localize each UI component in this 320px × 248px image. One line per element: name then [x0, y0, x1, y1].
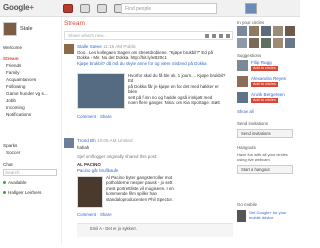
profile-icon[interactable] — [97, 4, 107, 13]
sidebar-item-jobb[interactable]: Jobb — [6, 98, 16, 103]
post-author-avatar[interactable] — [64, 138, 74, 148]
sidebar-item-incoming[interactable]: Incoming — [6, 105, 25, 110]
reshare-headline: AL PACINO — [77, 162, 101, 167]
chat-contact[interactable]: Hallgeir Leirbers — [3, 190, 41, 195]
share-placeholder: Share what's new... — [68, 33, 107, 38]
welcome-link[interactable]: Welcome — [3, 45, 22, 50]
show-all-link[interactable]: Show all — [237, 109, 254, 114]
reshare-note: Sjef omflogger originally shared this po… — [77, 154, 158, 159]
send-invitations-heading: Send invitations — [237, 121, 268, 126]
right-sidebar: In your circles Suggestions Filip Rugg A… — [235, 17, 300, 245]
post-author[interactable]: Stalle Sæve 11:16 AM Public — [77, 44, 136, 49]
search-input[interactable]: Find people — [121, 3, 217, 14]
post-actions: Comment · Share — [77, 212, 112, 217]
sidebar-item-friends[interactable]: Friends — [6, 63, 21, 68]
sparks-heading: Sparks — [3, 143, 18, 148]
location-icon[interactable] — [226, 34, 230, 38]
add-to-circles-button[interactable]: Add to circles — [251, 98, 278, 103]
status-dot-icon — [3, 181, 6, 184]
suggestion-avatar[interactable] — [237, 60, 248, 71]
nav-icons — [63, 4, 124, 13]
left-sidebar: Stale Welcome Stream Friends Family Acqu… — [0, 17, 62, 245]
chat-heading: Chat — [3, 162, 13, 167]
circle-faces — [237, 26, 295, 48]
circle-avatar[interactable] — [249, 26, 259, 36]
suggestion-3: Anzik Bergersen Add to circles — [237, 92, 297, 106]
phone-icon — [237, 210, 246, 222]
video-icon[interactable] — [212, 34, 216, 38]
suggestion-name[interactable]: Alexandra Reyes — [251, 76, 286, 81]
comment-text: Emil A - Det er jo sykkert. — [90, 226, 137, 231]
photos-icon[interactable] — [80, 4, 90, 13]
circles-heading: In your circles — [237, 20, 265, 25]
circle-avatar[interactable] — [261, 26, 271, 36]
send-invitations-button[interactable]: Send invitations — [237, 129, 293, 138]
hangouts-heading: Hangouts — [237, 145, 256, 150]
circle-avatar[interactable] — [261, 38, 271, 48]
post-author[interactable]: Trond Bh 10:05 AM Limited — [77, 138, 133, 143]
reshare-body: Al Pacino byter gangsterroller mot pothol… — [106, 175, 174, 202]
chat-status[interactable]: Available — [3, 180, 27, 185]
reshare-thumbnail[interactable] — [77, 176, 103, 208]
circle-avatar[interactable] — [237, 38, 247, 48]
post-actions: Comment · Share — [77, 114, 112, 119]
suggestion-name[interactable]: Anzik Bergersen — [251, 92, 285, 97]
post-1: Stalle Sæve 11:16 AM Public Ooo.. Les ko… — [64, 44, 233, 126]
comment-link[interactable]: Comment — [77, 212, 96, 217]
reshare-link[interactable]: Pacino går bruflkaufe — [77, 168, 119, 173]
comment-link[interactable]: Comment — [77, 114, 96, 119]
suggestions-heading: Suggestions — [237, 53, 262, 58]
top-bar: Google+ Find people — [0, 0, 300, 17]
chat-status-label: Available — [8, 180, 27, 185]
google-plus-logo[interactable]: Google+ — [3, 3, 34, 12]
suggestion-2: Alexandra Reyes Add to circles — [237, 76, 297, 90]
stream-link[interactable]: Stream — [3, 56, 19, 61]
go-mobile-heading: Go mobile — [237, 202, 258, 207]
post-body: Hvorfor skal du få ble ok, 1 journ.... K… — [128, 73, 226, 106]
suggestion-avatar[interactable] — [237, 76, 248, 87]
post-link[interactable]: Kjøpe brukbil? då må du skyte anne for o… — [77, 61, 227, 66]
sidebar-item-game[interactable]: Game hunder vg s... — [6, 91, 48, 96]
sparks-item-soccer[interactable]: Soccer — [6, 150, 20, 155]
post-thumbnail[interactable] — [77, 73, 125, 109]
chat-contact-name: Hallgeir Leirbers — [8, 190, 42, 195]
sidebar-item-following[interactable]: Following — [6, 84, 25, 89]
home-icon[interactable] — [63, 4, 73, 13]
circle-avatar[interactable] — [285, 38, 295, 48]
start-hangout-button[interactable]: Start a hangout — [237, 165, 293, 174]
profile-photo[interactable] — [3, 22, 17, 36]
sidebar-item-acquaintances[interactable]: Acquaintances — [6, 77, 36, 82]
share-link[interactable]: Share — [100, 212, 112, 217]
page-title: Stream — [64, 20, 85, 27]
sidebar-item-notifications[interactable]: Notifications — [6, 112, 31, 117]
circle-avatar[interactable] — [285, 26, 295, 36]
user-avatar[interactable] — [245, 3, 257, 14]
add-to-circles-button[interactable]: Add to circles — [251, 66, 278, 71]
add-to-circles-button[interactable]: Add to circles — [251, 82, 278, 87]
photo-icon[interactable] — [205, 34, 209, 38]
circle-avatar[interactable] — [273, 38, 283, 48]
post-text: Ooo.. Les kollegaen Sagen om streetdrobi… — [77, 50, 213, 61]
comment-row: Emil A - Det er jo sykkert. — [77, 223, 233, 237]
post-2: Trond Bh 10:05 AM Limited hahah Sjef omf… — [64, 138, 233, 248]
suggestion-avatar[interactable] — [237, 92, 248, 103]
suggestion-1: Filip Rugg Add to circles — [237, 60, 297, 74]
post-text: hahah — [77, 145, 90, 150]
post-author-avatar[interactable] — [64, 44, 74, 54]
circle-avatar[interactable] — [237, 26, 247, 36]
online-dot-icon — [3, 191, 6, 194]
sidebar-item-family[interactable]: Family — [6, 70, 20, 75]
chat-search-input[interactable]: Search — [3, 169, 57, 176]
suggestion-name[interactable]: Filip Rugg — [251, 60, 272, 65]
profile-name[interactable]: Stale — [20, 26, 33, 32]
circle-avatar[interactable] — [273, 26, 283, 36]
share-box[interactable]: Share what's new... — [64, 31, 233, 40]
circle-avatar[interactable] — [249, 38, 259, 48]
go-mobile-link[interactable]: Get Google+ for your mobile device — [249, 210, 297, 220]
share-link[interactable]: Share — [100, 114, 112, 119]
link-icon[interactable] — [219, 34, 223, 38]
hangouts-text: Have fun with all your circles using liv… — [237, 152, 288, 162]
stream-main: Stream Share what's new... Stalle Sæve 1… — [62, 17, 235, 245]
